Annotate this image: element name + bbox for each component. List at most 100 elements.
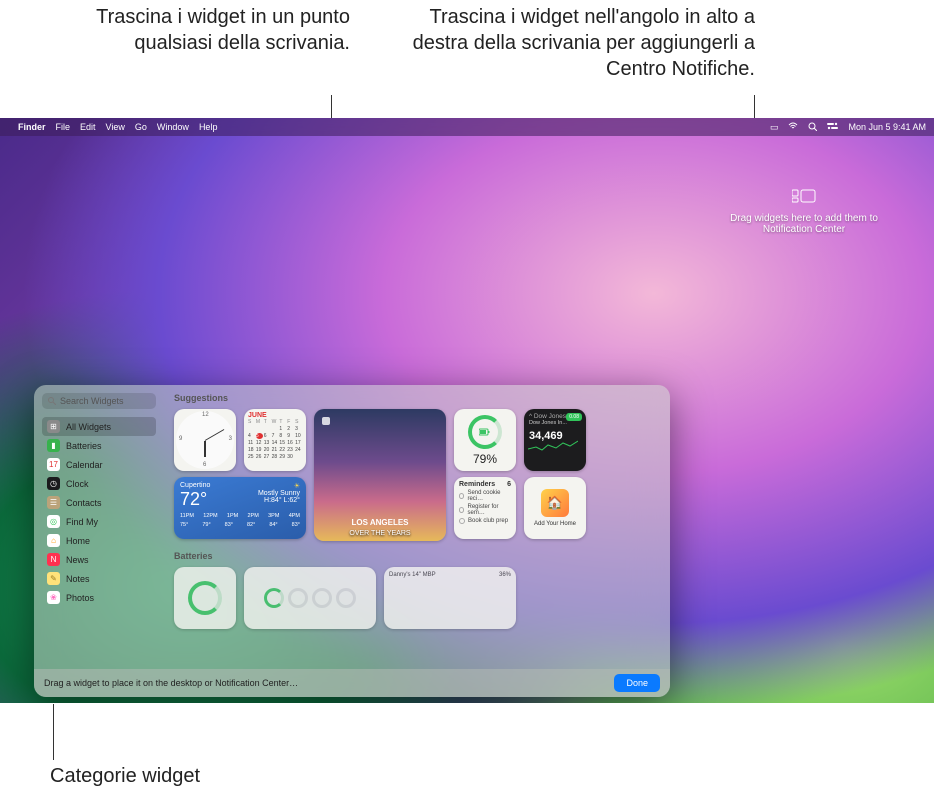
all-widgets-icon: ⊞: [47, 420, 60, 433]
weather-hilo: H:84° L:62°: [258, 497, 300, 504]
sidebar-item-label: Notes: [66, 574, 90, 584]
sidebar-item-news[interactable]: N News: [42, 550, 156, 569]
widgets-dropzone-icon: [704, 188, 904, 207]
sidebar-item-clock[interactable]: ◷ Clock: [42, 474, 156, 493]
widget-weather[interactable]: Cupertino 72° ☀ Mostly Sunny H:84° L:62°…: [174, 477, 306, 539]
clock-icon: ◷: [47, 477, 60, 490]
footer-hint: Drag a widget to place it on the desktop…: [44, 678, 298, 688]
widget-battery[interactable]: 79%: [454, 409, 516, 471]
widget-stocks[interactable]: ^ Dow Jones Dow Jones In... 0.08 34,469: [524, 409, 586, 471]
battery-status-icon[interactable]: ▭: [770, 122, 779, 133]
sidebar-item-label: Batteries: [66, 441, 102, 451]
sidebar-item-notes[interactable]: ✎ Notes: [42, 569, 156, 588]
calendar-month: JUNE: [248, 412, 302, 419]
widget-reminders[interactable]: Reminders 6 Send cookie reci…Register fo…: [454, 477, 516, 539]
sidebar-item-label: Find My: [66, 517, 98, 527]
home-tip-label: Add Your Home: [534, 521, 576, 527]
done-button[interactable]: Done: [614, 674, 660, 692]
search-input[interactable]: Search Widgets: [42, 393, 156, 409]
sidebar-item-batteries[interactable]: ▮ Batteries: [42, 436, 156, 455]
battery-device-pct: 36%: [499, 572, 511, 578]
weather-condition: Mostly Sunny: [258, 490, 300, 497]
photos-icon: ❀: [47, 591, 60, 604]
photos-app-icon: [322, 417, 330, 425]
menu-view[interactable]: View: [106, 122, 125, 132]
battery-percent: 79%: [473, 452, 497, 466]
battery-ring-icon: [468, 415, 502, 449]
battery-ring-empty-icon: [288, 588, 308, 608]
home-icon: ⌂: [47, 534, 60, 547]
reminder-item: Send cookie reci…: [459, 490, 511, 502]
sidebar-item-all-widgets[interactable]: ⊞ All Widgets: [42, 417, 156, 436]
sidebar-item-label: News: [66, 555, 89, 565]
sidebar-item-label: Contacts: [66, 498, 102, 508]
search-icon: [48, 397, 56, 405]
stocks-change-badge: 0.08: [566, 413, 582, 421]
sidebar-item-photos[interactable]: ❀ Photos: [42, 588, 156, 607]
widget-gallery-panel: Search Widgets ⊞ All Widgets ▮ Batteries 17 C…: [34, 385, 670, 697]
menu-finder[interactable]: Finder: [18, 122, 46, 132]
widget-sidebar: Search Widgets ⊞ All Widgets ▮ Batteries 17 C…: [34, 385, 164, 669]
menu-edit[interactable]: Edit: [80, 122, 96, 132]
callout-left: Trascina i widget in un punto qualsiasi …: [60, 4, 350, 56]
sidebar-item-contacts[interactable]: ☰Contacts: [42, 493, 156, 512]
widget-battery-medium[interactable]: [244, 567, 376, 629]
photos-subtitle: OVER THE YEARS: [314, 530, 446, 537]
widget-clock[interactable]: 12 3 6 9: [174, 409, 236, 471]
control-center-icon[interactable]: [827, 122, 838, 132]
dropzone-label: Drag widgets here to add them to Notific…: [730, 213, 878, 235]
notification-center-dropzone[interactable]: Drag widgets here to add them to Notific…: [704, 188, 904, 235]
widget-battery-device[interactable]: Danny's 14" MBP 36%: [384, 567, 516, 629]
batteries-icon: ▮: [47, 439, 60, 452]
spotlight-icon[interactable]: [808, 122, 817, 133]
calendar-grid: SMTWTFS123456789101112131415161718192021…: [248, 419, 302, 460]
calendar-icon: 17: [47, 458, 60, 471]
clock-face-icon: 12 3 6 9: [176, 411, 234, 469]
weather-temp: 72°: [180, 489, 210, 510]
sidebar-item-calendar[interactable]: 17 Calendar: [42, 455, 156, 474]
widget-home-tip[interactable]: 🏠 Add Your Home: [524, 477, 586, 539]
reminder-item: Book club prep: [459, 518, 511, 524]
weather-hourly-temps: 75°79°83°82°84°83°: [180, 522, 300, 528]
menu-file[interactable]: File: [56, 122, 71, 132]
wifi-icon[interactable]: [788, 122, 798, 132]
menubar-clock[interactable]: Mon Jun 5 9:41 AM: [848, 122, 926, 132]
news-icon: N: [47, 553, 60, 566]
sidebar-item-label: Photos: [66, 593, 94, 603]
sidebar-item-label: Home: [66, 536, 90, 546]
menu-go[interactable]: Go: [135, 122, 147, 132]
battery-ring-empty-icon: [336, 588, 356, 608]
widget-content: Suggestions 12 3 6 9: [164, 385, 670, 669]
menu-help[interactable]: Help: [199, 122, 218, 132]
sidebar-item-label: Calendar: [66, 460, 103, 470]
menu-window[interactable]: Window: [157, 122, 189, 132]
widget-calendar[interactable]: JUNE SMTWTFS1234567891011121314151617181…: [244, 409, 306, 471]
gallery-footer: Drag a widget to place it on the desktop…: [34, 669, 670, 697]
reminders-title: Reminders: [459, 481, 495, 488]
battery-ring-icon: [188, 581, 222, 615]
desktop: Finder File Edit View Go Window Help ▭ M…: [0, 118, 934, 703]
weather-sun-icon: ☀: [294, 483, 300, 490]
weather-hourly: 11PM12PM1PM2PM3PM4PM: [180, 513, 300, 519]
battery-ring-icon: [264, 588, 284, 608]
battery-ring-empty-icon: [312, 588, 332, 608]
reminders-count: 6: [507, 481, 511, 488]
photos-title: LOS ANGELES: [314, 518, 446, 527]
reminder-circle-icon: [459, 493, 464, 499]
sidebar-item-label: All Widgets: [66, 422, 111, 432]
callout-bottom: Categorie widget: [50, 763, 200, 789]
widget-photos[interactable]: LOS ANGELES OVER THE YEARS: [314, 409, 446, 541]
find-my-icon: ◎: [47, 515, 60, 528]
widget-battery-small[interactable]: [174, 567, 236, 629]
notes-icon: ✎: [47, 572, 60, 585]
reminder-circle-icon: [459, 518, 465, 524]
sidebar-item-home[interactable]: ⌂ Home: [42, 531, 156, 550]
battery-device-name: Danny's 14" MBP: [389, 572, 436, 578]
menubar: Finder File Edit View Go Window Help ▭ M…: [0, 118, 934, 136]
callout-line-bottom: [53, 704, 54, 760]
sidebar-item-find-my[interactable]: ◎ Find My: [42, 512, 156, 531]
weather-city: Cupertino: [180, 482, 210, 489]
reminder-circle-icon: [459, 507, 464, 513]
section-batteries-title: Batteries: [174, 551, 660, 561]
sidebar-item-label: Clock: [66, 479, 89, 489]
